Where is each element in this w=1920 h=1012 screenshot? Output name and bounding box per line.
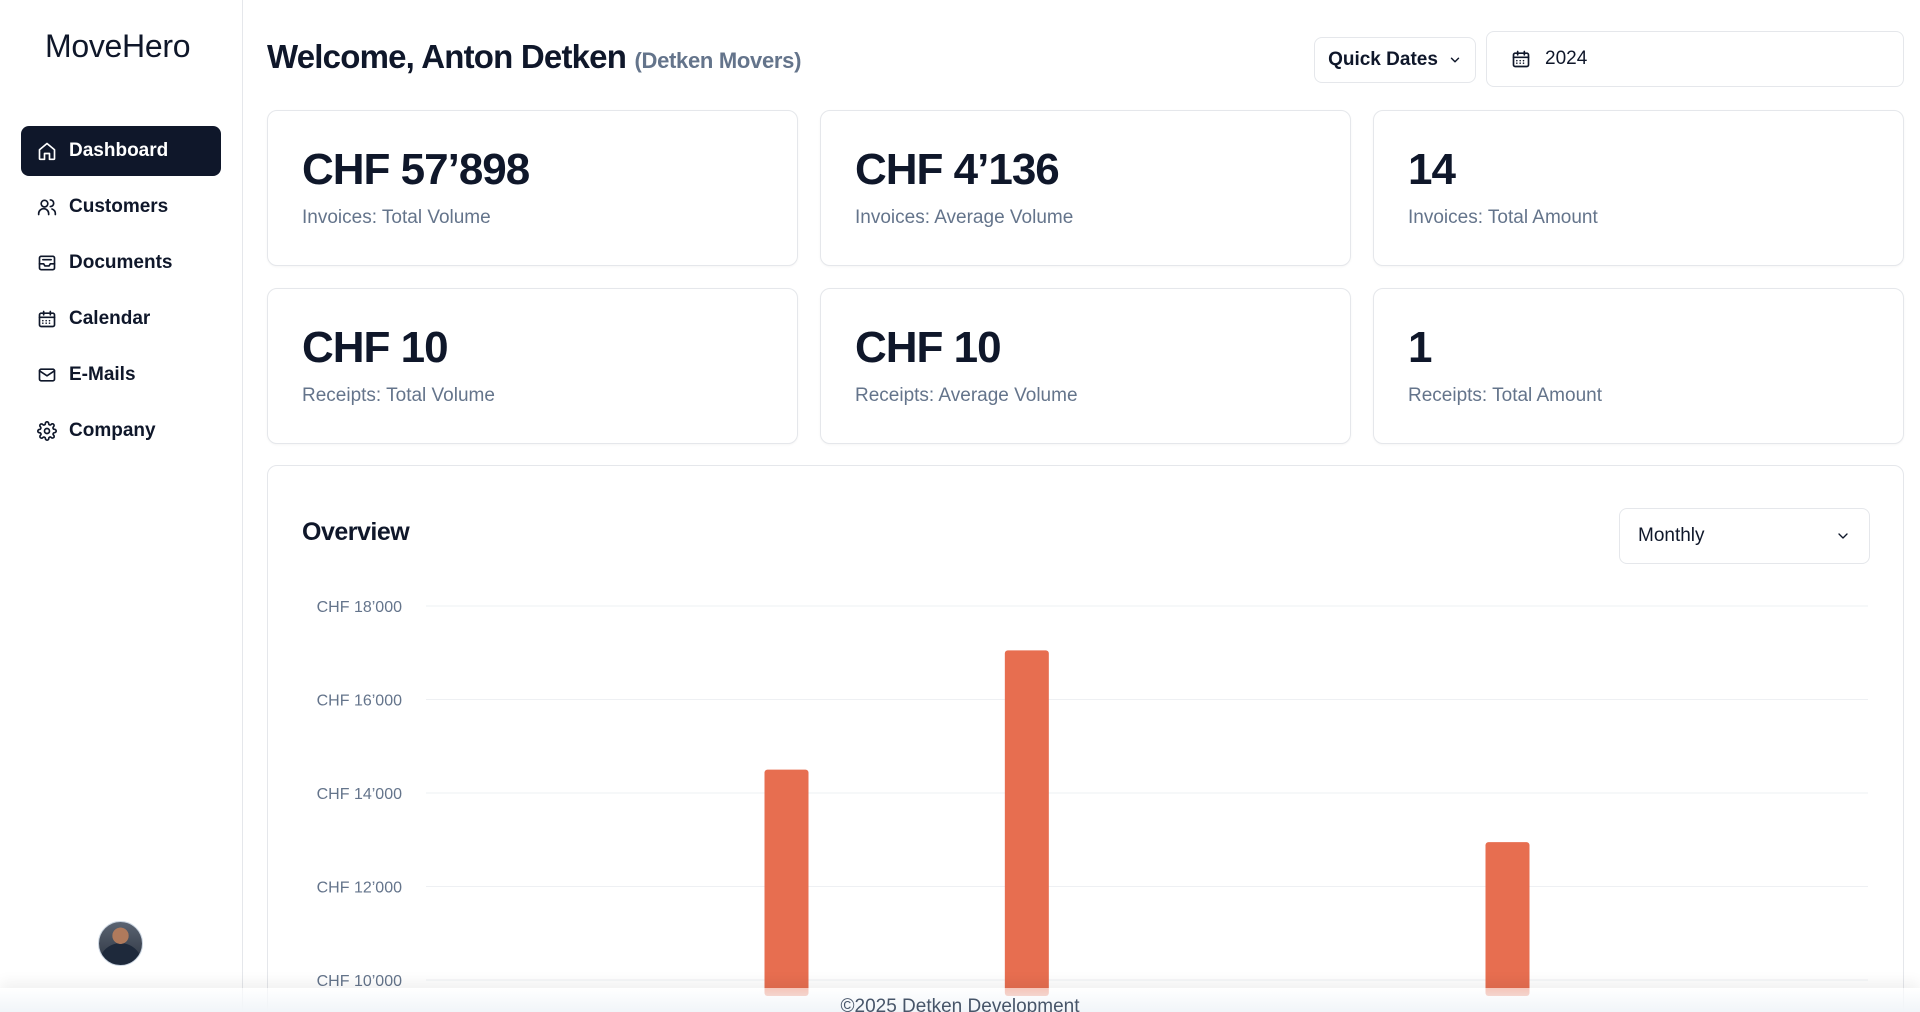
stat-label: Receipts: Average Volume [855, 385, 1078, 406]
stat-value: CHF 10 [855, 323, 1002, 372]
stat-card-invoices-total-volume: CHF 57’898 Invoices: Total Volume [267, 110, 798, 266]
sidebar-item-company[interactable]: Company [21, 406, 221, 456]
stat-label: Receipts: Total Amount [1408, 385, 1602, 406]
sidebar-item-emails[interactable]: E-Mails [21, 350, 221, 400]
sidebar-item-label: E-Mails [69, 364, 136, 385]
y-tick-label: CHF 18’000 [317, 599, 402, 616]
app-logo[interactable]: MoveHero [45, 28, 191, 65]
stat-card-receipts-average-volume: CHF 10 Receipts: Average Volume [820, 288, 1351, 444]
home-icon [38, 142, 56, 161]
quick-dates-label: Quick Dates [1328, 49, 1438, 70]
sidebar-item-documents[interactable]: Documents [21, 238, 221, 288]
quick-dates-button[interactable]: Quick Dates [1314, 37, 1476, 83]
date-picker-button[interactable]: 2024 [1486, 31, 1904, 87]
sidebar: MoveHero Dashboard Customers Documents C… [0, 0, 243, 1012]
stat-value: 14 [1408, 145, 1456, 194]
stat-label: Invoices: Total Volume [302, 207, 491, 228]
avatar[interactable] [98, 921, 143, 966]
stat-value: 1 [1408, 323, 1433, 372]
chart-bar[interactable] [1485, 842, 1530, 996]
company-name: (Detken Movers) [634, 48, 802, 73]
mail-icon [38, 368, 56, 382]
calendar-icon [1512, 50, 1530, 68]
footer-copyright: ©2025 Detken Development [840, 996, 1080, 1012]
sidebar-item-label: Company [69, 420, 156, 441]
stat-label: Receipts: Total Volume [302, 385, 495, 406]
stat-label: Invoices: Average Volume [855, 207, 1074, 228]
y-tick-label: CHF 12’000 [317, 880, 402, 897]
stat-value: CHF 10 [302, 323, 449, 372]
sidebar-nav: Dashboard Customers Documents Calendar E… [21, 126, 221, 462]
stat-card-invoices-total-amount: 14 Invoices: Total Amount [1373, 110, 1904, 266]
calendar-icon [38, 310, 56, 328]
date-value: 2024 [1545, 48, 1588, 69]
sidebar-item-customers[interactable]: Customers [21, 182, 221, 232]
sidebar-item-calendar[interactable]: Calendar [21, 294, 221, 344]
inbox-icon [38, 255, 56, 271]
gear-icon [37, 421, 57, 441]
sidebar-item-label: Customers [69, 196, 169, 217]
stat-label: Invoices: Total Amount [1408, 207, 1598, 228]
sidebar-item-label: Calendar [69, 308, 151, 329]
users-icon [37, 199, 57, 216]
stat-card-receipts-total-amount: 1 Receipts: Total Amount [1373, 288, 1904, 444]
chevron-down-icon [1450, 57, 1460, 63]
overview-bar-chart: CHF 18’000 CHF 16’000 CHF 14’000 CHF 12’000… [317, 599, 1868, 996]
chart-bar[interactable] [1004, 650, 1049, 996]
stat-value: CHF 57’898 [302, 145, 530, 194]
page-title: Welcome, Anton Detken (Detken Movers) [267, 38, 801, 76]
y-tick-label: CHF 14’000 [317, 786, 402, 803]
stat-card-invoices-average-volume: CHF 4’136 Invoices: Average Volume [820, 110, 1351, 266]
sidebar-item-label: Dashboard [69, 140, 169, 161]
sidebar-item-dashboard[interactable]: Dashboard [21, 126, 221, 176]
chart-bar[interactable] [764, 769, 809, 996]
overview-card: Overview Monthly CHF 18’000 CHF 16’000 CHF… [267, 465, 1904, 1012]
welcome-text: Welcome, Anton Detken [267, 38, 627, 75]
y-tick-label: CHF 16’000 [317, 693, 402, 710]
stat-card-receipts-total-volume: CHF 10 Receipts: Total Volume [267, 288, 798, 444]
sidebar-item-label: Documents [69, 252, 173, 273]
stat-value: CHF 4’136 [855, 145, 1060, 194]
